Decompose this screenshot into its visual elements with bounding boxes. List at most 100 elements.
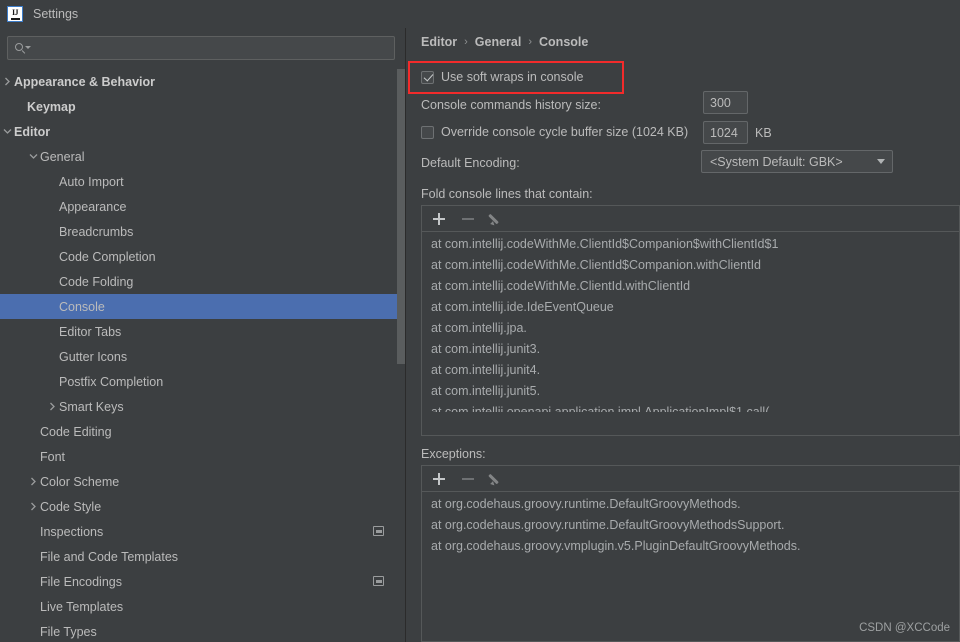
override-buffer-checkbox[interactable] bbox=[421, 125, 434, 139]
sidebar-item-code-completion[interactable]: Code Completion bbox=[0, 244, 398, 269]
remove-icon[interactable] bbox=[460, 471, 476, 487]
list-item[interactable]: at org.codehaus.groovy.vmplugin.v5.Plugi… bbox=[422, 536, 959, 557]
soft-wraps-row[interactable]: Use soft wraps in console bbox=[421, 70, 583, 84]
default-encoding-label: Default Encoding: bbox=[421, 156, 520, 170]
settings-dialog: IJ Settings Appearance & Behavior Keymap E… bbox=[0, 0, 960, 642]
search-icon bbox=[15, 42, 31, 55]
list-item[interactable]: at com.intellij.jpa. bbox=[422, 318, 959, 339]
override-buffer-row[interactable]: Override console cycle buffer size (1024… bbox=[421, 125, 688, 139]
default-encoding-value: <System Default: GBK> bbox=[710, 154, 843, 169]
chevron-right-icon[interactable] bbox=[27, 475, 40, 488]
sidebar-item-label: Breadcrumbs bbox=[59, 224, 134, 239]
fold-lines-list[interactable]: at com.intellij.codeWithMe.ClientId$Comp… bbox=[422, 232, 959, 435]
sidebar-item-label: Appearance bbox=[59, 199, 127, 214]
sidebar-item-file-and-code-templates[interactable]: File and Code Templates bbox=[0, 544, 398, 569]
sidebar-item-general[interactable]: General bbox=[0, 144, 398, 169]
history-size-input[interactable] bbox=[703, 91, 748, 114]
breadcrumb-item-editor[interactable]: Editor bbox=[421, 35, 457, 49]
chevron-down-icon bbox=[877, 159, 885, 164]
sidebar-item-label: File and Code Templates bbox=[40, 549, 179, 564]
sidebar-item-inspections[interactable]: Inspections bbox=[0, 519, 398, 544]
console-settings-panel: Editor › General › Console Use soft wrap… bbox=[407, 28, 960, 642]
sidebar-item-appearance[interactable]: Appearance bbox=[0, 194, 398, 219]
sidebar-item-file-types[interactable]: File Types bbox=[0, 619, 398, 642]
add-icon[interactable] bbox=[431, 471, 447, 487]
remove-icon[interactable] bbox=[460, 211, 476, 227]
breadcrumb-separator-icon: › bbox=[464, 36, 468, 48]
exceptions-label: Exceptions: bbox=[421, 447, 486, 461]
sidebar-item-file-encodings[interactable]: File Encodings bbox=[0, 569, 398, 594]
sidebar-item-label: Postfix Completion bbox=[59, 374, 164, 389]
sidebar-item-label: File Encodings bbox=[40, 574, 122, 589]
breadcrumb-item-general[interactable]: General bbox=[475, 35, 522, 49]
sidebar-item-postfix-completion[interactable]: Postfix Completion bbox=[0, 369, 398, 394]
sidebar-item-label: Editor bbox=[14, 124, 51, 139]
sidebar-item-live-templates[interactable]: Live Templates bbox=[0, 594, 398, 619]
sidebar-item-code-folding[interactable]: Code Folding bbox=[0, 269, 398, 294]
sidebar-item-gutter-icons[interactable]: Gutter Icons bbox=[0, 344, 398, 369]
sidebar-item-editor[interactable]: Editor bbox=[0, 119, 398, 144]
chevron-down-icon[interactable] bbox=[1, 125, 14, 138]
list-item[interactable]: at com.intellij.junit5. bbox=[422, 381, 959, 402]
search-box[interactable] bbox=[7, 36, 395, 60]
sidebar-item-breadcrumbs[interactable]: Breadcrumbs bbox=[0, 219, 398, 244]
add-icon[interactable] bbox=[431, 211, 447, 227]
sidebar-item-label: Color Scheme bbox=[40, 474, 120, 489]
exceptions-toolbar bbox=[422, 466, 959, 492]
list-item[interactable]: at com.intellij.junit4. bbox=[422, 360, 959, 381]
sidebar-item-label: Code Editing bbox=[40, 424, 112, 439]
exceptions-panel: at org.codehaus.groovy.runtime.DefaultGr… bbox=[421, 465, 960, 642]
title-bar: IJ Settings bbox=[0, 0, 960, 28]
sidebar-item-label: Keymap bbox=[27, 99, 76, 114]
exceptions-list[interactable]: at org.codehaus.groovy.runtime.DefaultGr… bbox=[422, 492, 959, 641]
intellij-idea-logo-icon: IJ bbox=[7, 6, 23, 22]
search-field-wrapper bbox=[7, 36, 395, 60]
sidebar-item-smart-keys[interactable]: Smart Keys bbox=[0, 394, 398, 419]
soft-wraps-checkbox[interactable] bbox=[421, 70, 434, 84]
list-item[interactable]: at com.intellij.codeWithMe.ClientId.with… bbox=[422, 276, 959, 297]
sidebar-item-appearance-behavior[interactable]: Appearance & Behavior bbox=[0, 69, 398, 94]
sidebar-item-auto-import[interactable]: Auto Import bbox=[0, 169, 398, 194]
history-size-label: Console commands history size: bbox=[421, 98, 601, 112]
exceptions-label-row: Exceptions: bbox=[421, 447, 486, 461]
override-buffer-input[interactable] bbox=[703, 121, 748, 144]
default-encoding-dropdown[interactable]: <System Default: GBK> bbox=[701, 150, 893, 173]
fold-lines-label: Fold console lines that contain: bbox=[421, 187, 593, 201]
sidebar-item-label: File Types bbox=[40, 624, 97, 639]
list-item[interactable]: at com.intellij.ide.IdeEventQueue bbox=[422, 297, 959, 318]
list-item[interactable]: at org.codehaus.groovy.runtime.DefaultGr… bbox=[422, 494, 959, 515]
settings-tree: Appearance & Behavior Keymap Editor General… bbox=[0, 69, 398, 642]
fold-lines-panel: at com.intellij.codeWithMe.ClientId$Comp… bbox=[421, 205, 960, 436]
override-buffer-unit: KB bbox=[755, 126, 772, 140]
override-buffer-label: Override console cycle buffer size (1024… bbox=[441, 125, 689, 139]
sidebar-item-editor-tabs[interactable]: Editor Tabs bbox=[0, 319, 398, 344]
chevron-right-icon[interactable] bbox=[46, 400, 59, 413]
chevron-right-icon[interactable] bbox=[27, 500, 40, 513]
sidebar-item-label: Editor Tabs bbox=[59, 324, 122, 339]
list-item[interactable]: at com.intellij.openapi.application.impl… bbox=[422, 402, 959, 412]
search-input[interactable] bbox=[31, 40, 394, 56]
breadcrumb: Editor › General › Console bbox=[421, 35, 588, 49]
sidebar-item-keymap[interactable]: Keymap bbox=[0, 94, 398, 119]
list-item[interactable]: at com.intellij.codeWithMe.ClientId$Comp… bbox=[422, 255, 959, 276]
list-item[interactable]: at org.codehaus.groovy.runtime.DefaultGr… bbox=[422, 515, 959, 536]
sidebar-item-font[interactable]: Font bbox=[0, 444, 398, 469]
breadcrumb-separator-icon: › bbox=[528, 36, 533, 48]
sidebar-item-code-style[interactable]: Code Style bbox=[0, 494, 398, 519]
list-item[interactable]: at com.intellij.codeWithMe.ClientId$Comp… bbox=[422, 234, 959, 255]
soft-wraps-label: Use soft wraps in console bbox=[441, 70, 584, 84]
edit-icon[interactable] bbox=[487, 471, 505, 487]
list-item[interactable]: at com.intellij.junit3. bbox=[422, 339, 959, 360]
fold-lines-label-row: Fold console lines that contain: bbox=[421, 187, 593, 201]
chevron-down-icon[interactable] bbox=[27, 150, 40, 163]
chevron-right-icon[interactable] bbox=[1, 75, 14, 88]
sidebar-item-code-editing[interactable]: Code Editing bbox=[0, 419, 398, 444]
sidebar-item-color-scheme[interactable]: Color Scheme bbox=[0, 469, 398, 494]
fold-lines-toolbar bbox=[422, 206, 959, 232]
edit-icon[interactable] bbox=[487, 211, 505, 227]
sidebar-item-console[interactable]: Console bbox=[0, 294, 398, 319]
sidebar-scrollbar-thumb[interactable] bbox=[397, 69, 405, 364]
module-badge-icon bbox=[373, 576, 384, 586]
sidebar-item-label: Auto Import bbox=[59, 174, 124, 189]
sidebar-item-label: Smart Keys bbox=[59, 399, 124, 414]
